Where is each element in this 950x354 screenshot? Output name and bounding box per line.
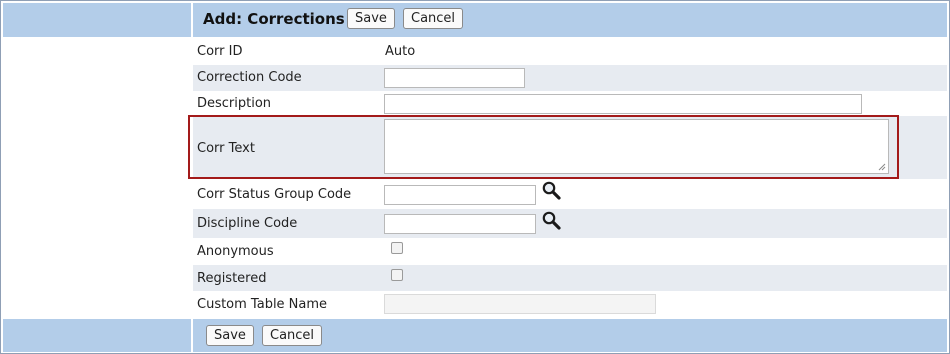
row-corr-id: Corr ID Auto xyxy=(193,40,947,65)
registered-label: Registered xyxy=(197,271,267,286)
save-button-top[interactable]: Save xyxy=(347,8,395,29)
form-frame: Add: Corrections Save Cancel Corr ID Aut… xyxy=(0,0,950,354)
highlight-box xyxy=(188,115,899,179)
footer-divider xyxy=(191,319,193,352)
corr-status-group-code-input[interactable] xyxy=(384,185,536,205)
anonymous-checkbox[interactable] xyxy=(391,242,403,254)
correction-code-input[interactable] xyxy=(384,68,525,88)
description-input[interactable] xyxy=(384,94,862,114)
row-correction-code: Correction Code xyxy=(193,65,947,91)
custom-table-name-label: Custom Table Name xyxy=(197,297,328,312)
row-anonymous: Anonymous xyxy=(193,238,947,265)
row-discipline-code: Discipline Code xyxy=(193,209,947,238)
corr-status-group-code-label: Corr Status Group Code xyxy=(197,187,352,202)
corr-id-label: Corr ID xyxy=(197,44,243,59)
row-registered: Registered xyxy=(193,265,947,291)
discipline-code-label: Discipline Code xyxy=(197,216,298,231)
custom-table-name-input xyxy=(384,294,656,314)
corr-id-value: Auto xyxy=(385,44,416,59)
correction-code-label: Correction Code xyxy=(197,70,302,85)
discipline-code-input[interactable] xyxy=(384,214,536,234)
row-custom-table-name: Custom Table Name xyxy=(193,291,947,317)
description-label: Description xyxy=(197,96,272,111)
row-description: Description xyxy=(193,91,947,116)
magnifier-icon[interactable] xyxy=(541,180,561,200)
header-bar xyxy=(3,3,947,37)
page-title: Add: Corrections xyxy=(203,10,345,28)
save-button-bottom[interactable]: Save xyxy=(206,325,254,346)
magnifier-icon[interactable] xyxy=(541,210,561,230)
registered-checkbox[interactable] xyxy=(391,269,403,281)
anonymous-label: Anonymous xyxy=(197,244,274,259)
cancel-button-top[interactable]: Cancel xyxy=(403,8,464,29)
row-corr-status-group-code: Corr Status Group Code xyxy=(193,179,947,209)
header-divider xyxy=(191,3,193,37)
footer-bar xyxy=(3,319,947,352)
cancel-button-bottom[interactable]: Cancel xyxy=(262,325,323,346)
